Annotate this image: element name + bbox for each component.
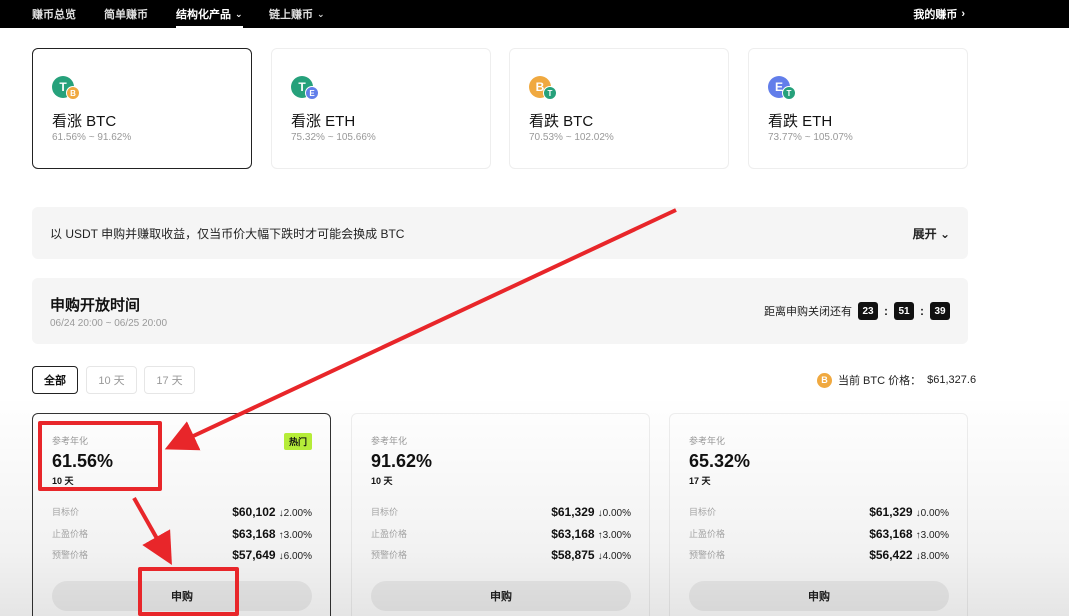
warning-price-row: 预警价格 $56,422 ↓8.00%	[689, 548, 949, 562]
product-apy-range: 61.56% ~ 91.62%	[52, 132, 132, 143]
apy-value: 91.62%	[371, 451, 433, 471]
product-title: 看涨 ETH	[291, 113, 356, 130]
product-title: 看跌 ETH	[768, 113, 833, 130]
apy-label: 参考年化	[52, 436, 89, 446]
subscription-title: 申购开放时间	[50, 297, 141, 314]
warning-price-row: 预警价格 $57,649 ↓6.00%	[52, 548, 312, 562]
warning-price-row: 预警价格 $58,875 ↓4.00%	[371, 548, 631, 562]
current-price-value: $61,327.6	[927, 374, 977, 386]
countdown: 距离申购关闭还有 23 : 51 : 39	[764, 302, 950, 320]
bitcoin-icon: B	[66, 86, 80, 100]
expand-button[interactable]: 展开 ⌄	[913, 225, 950, 242]
nav-my-earn[interactable]: 我的赚币 ›	[913, 0, 965, 28]
countdown-hours: 23	[858, 302, 878, 320]
countdown-seconds: 39	[930, 302, 950, 320]
offer-card[interactable]: 参考年化 65.32% 17 天 目标价 $61,329 ↓0.00% 止盈价格…	[669, 413, 968, 616]
subscription-dates: 06/24 20:00 ~ 06/25 20:00	[50, 318, 168, 329]
offer-card[interactable]: 参考年化 91.62% 10 天 目标价 $61,329 ↓0.00% 止盈价格…	[351, 413, 650, 616]
subscribe-button[interactable]: 申购	[689, 581, 949, 611]
tether-icon: T	[543, 86, 557, 100]
apy-label: 参考年化	[689, 436, 726, 446]
take-profit-row: 止盈价格 $63,168 ↑3.00%	[371, 527, 631, 541]
subscription-window: 申购开放时间 06/24 20:00 ~ 06/25 20:00 距离申购关闭还…	[32, 278, 968, 344]
info-banner: 以 USDT 申购并赚取收益，仅当币价大幅下跌时才可能会换成 BTC 展开 ⌄	[32, 207, 968, 259]
nav-simple-earn[interactable]: 简单赚币	[104, 0, 148, 28]
product-title: 看跌 BTC	[529, 113, 594, 130]
nav-onchain-earn[interactable]: 链上赚币 ⌄	[269, 0, 325, 28]
chevron-down-icon: ⌄	[939, 227, 950, 241]
current-btc-price: B 当前 BTC 价格： $61,327.6	[817, 372, 976, 388]
filter-10-days[interactable]: 10 天	[86, 366, 137, 394]
product-card-bear-btc[interactable]: B T 看跌 BTC 70.53% ~ 102.02%	[509, 48, 729, 169]
product-card-bull-eth[interactable]: T E 看涨 ETH 75.32% ~ 105.66%	[271, 48, 491, 169]
term-days: 10 天	[52, 476, 74, 486]
offer-card[interactable]: 参考年化 61.56% 10 天 热门 目标价 $60,102 ↓2.00% 止…	[32, 413, 331, 616]
coin-pair-icon: B T	[529, 76, 559, 102]
coin-pair-icon: T E	[291, 76, 321, 102]
coin-pair-icon: T B	[52, 76, 82, 102]
product-card-bull-btc[interactable]: T B 看涨 BTC 61.56% ~ 91.62%	[32, 48, 252, 169]
chevron-down-icon: ⌄	[235, 8, 243, 19]
apy-label: 参考年化	[371, 436, 408, 446]
product-card-bear-eth[interactable]: E T 看跌 ETH 73.77% ~ 105.07%	[748, 48, 968, 169]
subscribe-button[interactable]: 申购	[371, 581, 631, 611]
apy-value: 61.56%	[52, 451, 114, 471]
product-apy-range: 73.77% ~ 105.07%	[768, 132, 853, 143]
apy-value: 65.32%	[689, 451, 751, 471]
filter-17-days[interactable]: 17 天	[144, 366, 195, 394]
hot-badge: 热门	[283, 433, 312, 450]
coin-pair-icon: E T	[768, 76, 798, 102]
nav-earn-overview[interactable]: 赚币总览	[32, 0, 76, 28]
chevron-down-icon: ⌄	[317, 8, 325, 19]
term-days: 10 天	[371, 476, 393, 486]
filter-all[interactable]: 全部	[32, 366, 78, 394]
info-banner-text: 以 USDT 申购并赚取收益，仅当币价大幅下跌时才可能会换成 BTC	[50, 227, 405, 241]
nav-structured-products[interactable]: 结构化产品 ⌄	[176, 0, 243, 28]
ethereum-icon: E	[305, 86, 319, 100]
top-navigation: 赚币总览 简单赚币 结构化产品 ⌄ 链上赚币 ⌄ 我的赚币 ›	[0, 0, 1069, 28]
product-title: 看涨 BTC	[52, 113, 117, 130]
current-price-label: 当前 BTC 价格：	[838, 375, 922, 387]
term-days: 17 天	[689, 476, 711, 486]
countdown-minutes: 51	[894, 302, 914, 320]
tether-icon: T	[782, 86, 796, 100]
product-apy-range: 75.32% ~ 105.66%	[291, 132, 376, 143]
countdown-label: 距离申购关闭还有	[764, 306, 852, 318]
product-apy-range: 70.53% ~ 102.02%	[529, 132, 614, 143]
take-profit-row: 止盈价格 $63,168 ↑3.00%	[52, 527, 312, 541]
subscribe-button[interactable]: 申购	[52, 581, 312, 611]
target-price-row: 目标价 $61,329 ↓0.00%	[689, 505, 949, 519]
target-price-row: 目标价 $61,329 ↓0.00%	[371, 505, 631, 519]
bitcoin-icon: B	[817, 372, 832, 388]
chevron-right-icon: ›	[961, 8, 965, 20]
target-price-row: 目标价 $60,102 ↓2.00%	[52, 505, 312, 519]
take-profit-row: 止盈价格 $63,168 ↑3.00%	[689, 527, 949, 541]
